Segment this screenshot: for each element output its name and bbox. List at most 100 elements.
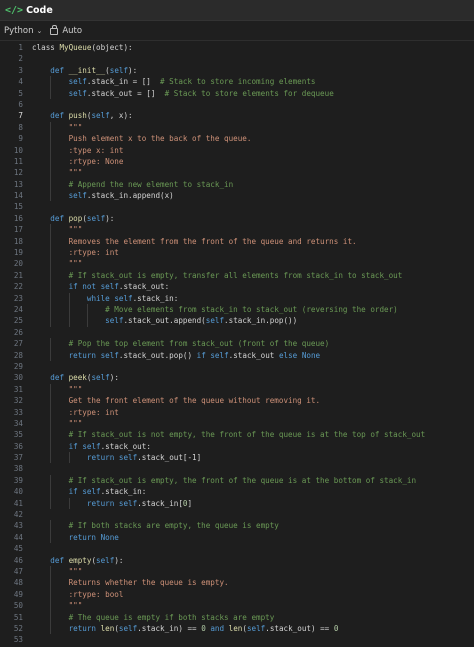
code-line: 7 def push(self, x): (0, 110, 474, 121)
code-line: 13 # Append the new element to stack_in (0, 178, 474, 191)
line-number: 43 (13, 521, 23, 531)
line-number: 13 (13, 179, 23, 189)
code-line: 51 # The queue is empty if both stacks a… (0, 611, 474, 623)
code-line: 28 return self.stack_out.pop() if self.s… (0, 349, 474, 361)
language-label: Python (4, 25, 34, 36)
line-number: 35 (13, 430, 23, 440)
code-line: 38 (0, 463, 474, 474)
line-code: # If stack_out is empty, the front of th… (32, 474, 416, 487)
code-editor[interactable]: 1 class MyQueue(object): 2 3 def __init__(s… (0, 42, 474, 647)
line-number: 16 (13, 213, 23, 223)
window-title: Code (26, 4, 53, 16)
lock-icon (50, 25, 59, 35)
line-number: 45 (13, 544, 23, 554)
line-number: 7 (18, 111, 23, 121)
code-line: 5 self.stack_out = [] # Stack to store e… (0, 87, 474, 99)
code-line: 35 # If stack_out is not empty, the fron… (0, 429, 474, 441)
code-line: 10 :type x: int (0, 144, 474, 156)
code-line: 17 """ (0, 224, 474, 236)
code-line: 12 """ (0, 167, 474, 179)
line-number: 15 (13, 202, 23, 212)
line-code: self.stack_in.append(x) (32, 190, 174, 202)
code-line: 52 return len(self.stack_in) == 0 and le… (0, 622, 474, 635)
line-code: self.stack_out = [] # Stack to store ele… (32, 87, 334, 99)
line-number: 40 (13, 487, 23, 497)
code-line: 25 self.stack_out.append(self.stack_in.p… (0, 315, 474, 327)
line-code: # Append the new element to stack_in (32, 178, 233, 191)
line-number: 3 (18, 65, 23, 75)
line-code: """ (32, 121, 82, 134)
line-number: 41 (13, 498, 23, 508)
code-line: 32 Get the front element of the queue wi… (0, 395, 474, 407)
code-line: 37 return self.stack_out[-1] (0, 452, 474, 464)
line-number: 30 (13, 373, 23, 383)
code-line: 2 (0, 53, 474, 64)
line-code: :type x: int (32, 144, 123, 156)
line-number: 27 (13, 339, 23, 349)
line-code: # If stack_out is empty, transfer all el… (32, 269, 402, 282)
code-line: 44 return None (0, 531, 474, 544)
line-number: 36 (13, 441, 23, 451)
line-code: # The queue is empty if both stacks are … (32, 611, 274, 623)
line-number: 52 (13, 623, 23, 633)
code-line: 16 def pop(self): (0, 213, 474, 224)
line-number: 42 (13, 510, 23, 520)
mode-indicator[interactable]: Auto (50, 25, 83, 36)
code-line: 43 # If both stacks are empty, the queue… (0, 520, 474, 532)
line-code: def __init__(self): (50, 65, 138, 75)
mode-label: Auto (62, 25, 83, 36)
code-line: 1 class MyQueue(object): (0, 42, 474, 53)
line-number: 11 (13, 156, 23, 166)
line-code: self.stack_in = [] # Stack to store inco… (32, 76, 315, 88)
code-line: 14 self.stack_in.append(x) (0, 190, 474, 202)
line-number: 49 (13, 589, 23, 599)
code-line: 30 def peek(self): (0, 372, 474, 383)
code-line: 11 :rtype: None (0, 155, 474, 168)
code-line: 9 Push element x to the back of the queu… (0, 133, 474, 145)
line-number: 24 (13, 304, 23, 314)
code-line: 46 def empty(self): (0, 555, 474, 566)
line-number: 34 (13, 418, 23, 428)
language-select[interactable]: Python ⌄ (4, 26, 50, 36)
code-line: 22 if not self.stack_out: (0, 281, 474, 293)
code-line: 33 :rtype: int (0, 406, 474, 418)
line-number: 28 (13, 350, 23, 360)
line-number: 23 (13, 293, 23, 303)
line-code: def empty(self): (50, 555, 124, 565)
line-code: Get the front element of the queue witho… (32, 395, 320, 407)
line-code: return None (32, 531, 119, 544)
line-code: Returns whether the queue is empty. (32, 577, 229, 589)
line-number: 53 (13, 635, 23, 645)
code-line: 34 """ (0, 417, 474, 430)
line-number: 1 (18, 43, 23, 52)
line-code: return self.stack_in[0] (32, 497, 192, 510)
line-number: 39 (13, 475, 23, 485)
code-line: 15 (0, 201, 474, 212)
code-line: 18 Removes the element from the front of… (0, 235, 474, 248)
line-code: Push element x to the back of the queue. (32, 133, 251, 145)
line-number: 17 (13, 225, 23, 235)
line-number: 33 (13, 407, 23, 417)
line-number: 21 (13, 270, 23, 280)
code-line: 27 # Pop the top element from stack_out … (0, 338, 474, 350)
code-line: 48 Returns whether the queue is empty. (0, 577, 474, 589)
code-line: 50 """ (0, 600, 474, 612)
line-code: """ (32, 600, 82, 612)
line-number: 12 (13, 168, 23, 178)
line-code: if self.stack_in: (32, 486, 146, 498)
line-code: return self.stack_out[-1] (32, 452, 201, 464)
code-line: 31 """ (0, 383, 474, 396)
chevron-down-icon: ⌄ (36, 26, 43, 35)
line-code: """ (32, 417, 82, 430)
line-number: 37 (13, 453, 23, 463)
title-bar: </> Code (0, 0, 474, 21)
code-line: 24 # Move elements from stack_in to stac… (0, 303, 474, 316)
line-code: :rtype: int (32, 406, 119, 418)
line-number: 10 (13, 145, 23, 155)
code-line: 23 while self.stack_in: (0, 292, 474, 304)
line-number: 46 (13, 555, 23, 565)
code-line: 49 :rtype: bool (0, 588, 474, 601)
code-line: 20 """ (0, 258, 474, 270)
code-icon: </> (5, 4, 24, 16)
line-number: 44 (13, 532, 23, 542)
